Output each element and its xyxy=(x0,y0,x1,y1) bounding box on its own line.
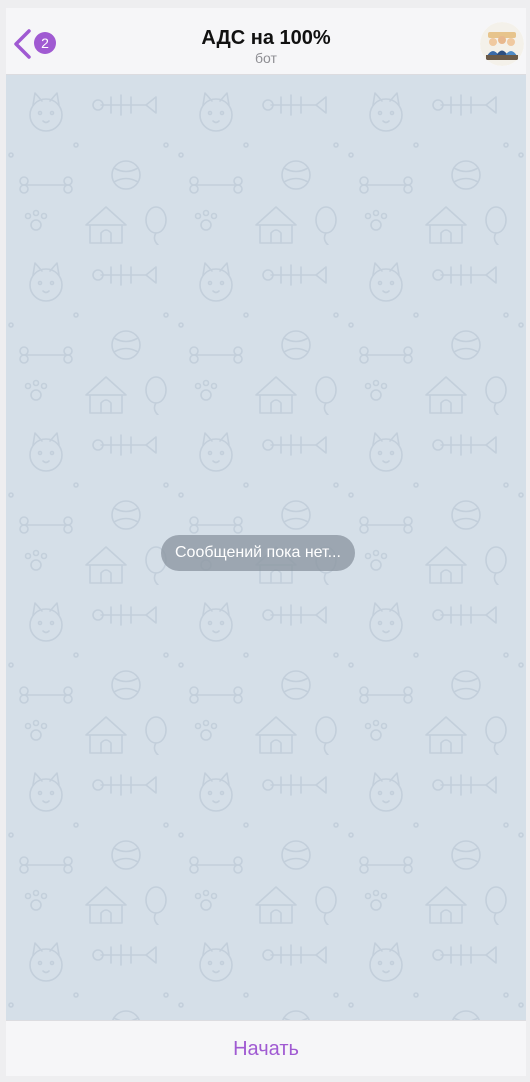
chevron-left-icon xyxy=(14,29,31,59)
avatar[interactable] xyxy=(480,22,524,66)
chat-background: Сообщений пока нет... xyxy=(6,75,526,1020)
group-avatar-icon xyxy=(480,22,524,66)
chat-title-block[interactable]: АДС на 100% бот xyxy=(116,26,416,66)
chat-title: АДС на 100% xyxy=(201,27,331,49)
chat-subtitle: бот xyxy=(255,50,277,66)
start-button[interactable]: Начать xyxy=(6,1021,526,1076)
chat-header: 2 АДС на 100% бот xyxy=(6,8,526,75)
back-button[interactable]: 2 xyxy=(10,26,70,62)
chat-screen: 2 АДС на 100% бот Сообщений пока нет... … xyxy=(6,8,526,1076)
bottom-bar: Начать xyxy=(6,1020,526,1076)
unread-badge: 2 xyxy=(34,32,56,54)
empty-chat-message: Сообщений пока нет... xyxy=(161,535,355,571)
